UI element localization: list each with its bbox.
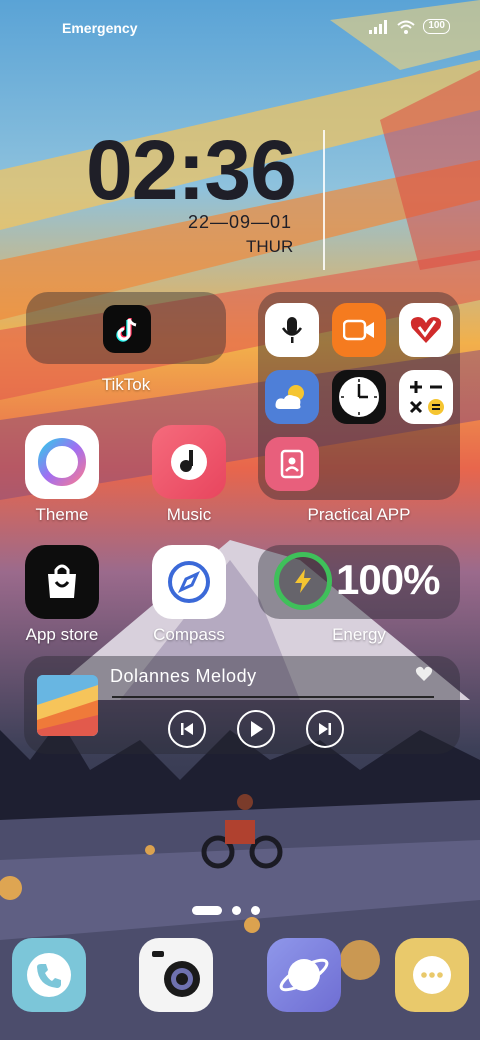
page-indicator[interactable] — [192, 906, 260, 915]
health-icon[interactable] — [399, 303, 453, 357]
more-icon[interactable] — [395, 938, 469, 1012]
music-icon[interactable] — [152, 425, 226, 499]
clock-divider — [323, 130, 325, 270]
theme-icon[interactable] — [25, 425, 99, 499]
signal-icon — [369, 19, 388, 34]
phone-icon[interactable] — [12, 938, 86, 1012]
page-dot-1[interactable] — [192, 906, 222, 915]
previous-button[interactable] — [168, 710, 206, 748]
lightning-icon — [295, 569, 311, 593]
carrier-text: Emergency — [62, 20, 138, 36]
battery-icon: 100 — [423, 19, 450, 34]
battery-ring — [274, 552, 332, 610]
contacts-icon[interactable] — [265, 437, 319, 491]
app-store-icon[interactable] — [25, 545, 99, 619]
previous-icon — [181, 723, 193, 735]
video-icon[interactable] — [332, 303, 386, 357]
next-icon — [319, 723, 331, 735]
tiktok-label: TikTok — [101, 375, 151, 394]
music-label: Music — [166, 505, 212, 524]
compass-icon[interactable] — [152, 545, 226, 619]
next-button[interactable] — [306, 710, 344, 748]
wifi-icon — [397, 20, 415, 34]
status-bar: Emergency 100 — [0, 0, 480, 56]
camera-icon[interactable] — [139, 938, 213, 1012]
compass-label: Compass — [153, 625, 225, 644]
clock-time[interactable]: 02:36 — [86, 122, 297, 218]
browser-icon[interactable] — [267, 938, 341, 1012]
weather-icon[interactable] — [265, 370, 319, 424]
page-dot-3[interactable] — [251, 906, 260, 915]
clock-icon[interactable] — [332, 370, 386, 424]
theme-label: Theme — [35, 505, 89, 524]
album-art[interactable] — [37, 675, 98, 736]
calculator-icon[interactable] — [399, 370, 453, 424]
practical-app-label: Practical APP — [307, 505, 411, 524]
energy-label: Energy — [332, 625, 386, 644]
energy-percent: 100% — [336, 556, 440, 603]
track-progress-bar[interactable] — [112, 696, 434, 698]
play-button[interactable] — [237, 710, 275, 748]
clock-date: 22—09—01 — [188, 212, 293, 232]
heart-icon[interactable] — [415, 666, 433, 682]
app-store-label: App store — [25, 625, 99, 644]
recorder-icon[interactable] — [265, 303, 319, 357]
tiktok-icon[interactable] — [103, 305, 151, 353]
clock-day: THUR — [246, 237, 294, 256]
play-icon — [251, 721, 263, 737]
page-dot-2[interactable] — [232, 906, 241, 915]
track-title: Dolannes Melody — [110, 666, 257, 686]
